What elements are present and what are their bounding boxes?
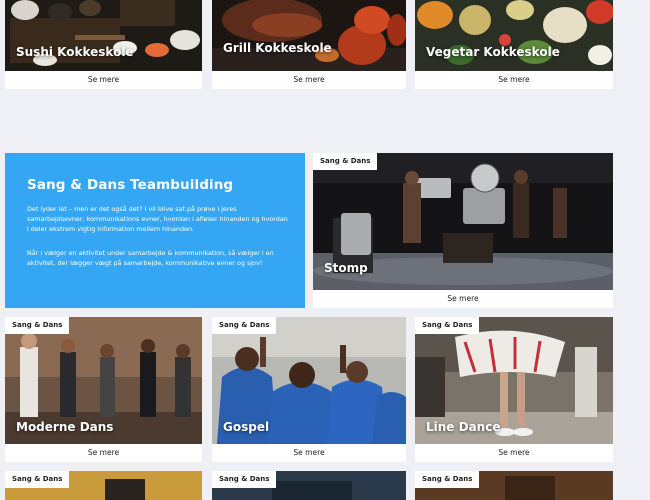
promo-paragraph-2: Når i vælger en aktivitet under samarbej… bbox=[27, 249, 274, 267]
promo-paragraph-1: Det lyder let – men er det også det? I v… bbox=[27, 205, 288, 233]
see-more-button[interactable]: Se mere bbox=[313, 290, 613, 308]
card-title: Line Dance bbox=[426, 420, 501, 434]
card-image bbox=[5, 0, 202, 71]
card-title: Stomp bbox=[324, 261, 368, 275]
activity-card-line-dance[interactable]: Sang & Dans Line Dance Se mere bbox=[415, 317, 613, 462]
activity-card-grill[interactable]: Grill Kokkeskole Se mere bbox=[212, 0, 406, 89]
activity-card-stomp[interactable]: Sang & Dans Stomp Se mere bbox=[313, 153, 613, 308]
see-more-button[interactable]: Se mere bbox=[415, 71, 613, 89]
category-badge: Sang & Dans bbox=[212, 317, 277, 334]
promo-heading: Sang & Dans Teambuilding bbox=[27, 177, 234, 193]
activity-card-moderne-dans[interactable]: Sang & Dans Moderne Dans Se mere bbox=[5, 317, 202, 462]
activity-card-gospel[interactable]: Sang & Dans Gospel Se mere bbox=[212, 317, 406, 462]
card-title: Moderne Dans bbox=[16, 420, 114, 434]
activity-card-bottom-3[interactable]: Sang & Dans bbox=[415, 471, 613, 500]
see-more-button[interactable]: Se mere bbox=[5, 444, 202, 462]
activity-card-bottom-1[interactable]: Sang & Dans bbox=[5, 471, 202, 500]
see-more-button[interactable]: Se mere bbox=[5, 71, 202, 89]
activity-card-sushi[interactable]: Sushi Kokkeskole Se mere bbox=[5, 0, 202, 89]
card-title: Vegetar Kokkeskole bbox=[426, 45, 560, 59]
see-more-button[interactable]: Se mere bbox=[212, 71, 406, 89]
card-image bbox=[415, 0, 613, 71]
see-more-button[interactable]: Se mere bbox=[415, 444, 613, 462]
category-badge: Sang & Dans bbox=[212, 471, 277, 488]
card-title: Sushi Kokkeskole bbox=[16, 45, 134, 59]
category-badge: Sang & Dans bbox=[5, 471, 70, 488]
card-image bbox=[212, 0, 406, 71]
activity-card-vegetar[interactable]: Vegetar Kokkeskole Se mere bbox=[415, 0, 613, 89]
category-badge: Sang & Dans bbox=[415, 317, 480, 334]
teambuilding-promo: Sang & Dans Teambuilding Det lyder let –… bbox=[5, 153, 305, 308]
see-more-button[interactable]: Se mere bbox=[212, 444, 406, 462]
activity-card-bottom-2[interactable]: Sang & Dans bbox=[212, 471, 406, 500]
category-badge: Sang & Dans bbox=[415, 471, 480, 488]
card-title: Grill Kokkeskole bbox=[223, 41, 332, 55]
card-title: Gospel bbox=[223, 420, 270, 434]
category-badge: Sang & Dans bbox=[313, 153, 378, 170]
category-badge: Sang & Dans bbox=[5, 317, 70, 334]
